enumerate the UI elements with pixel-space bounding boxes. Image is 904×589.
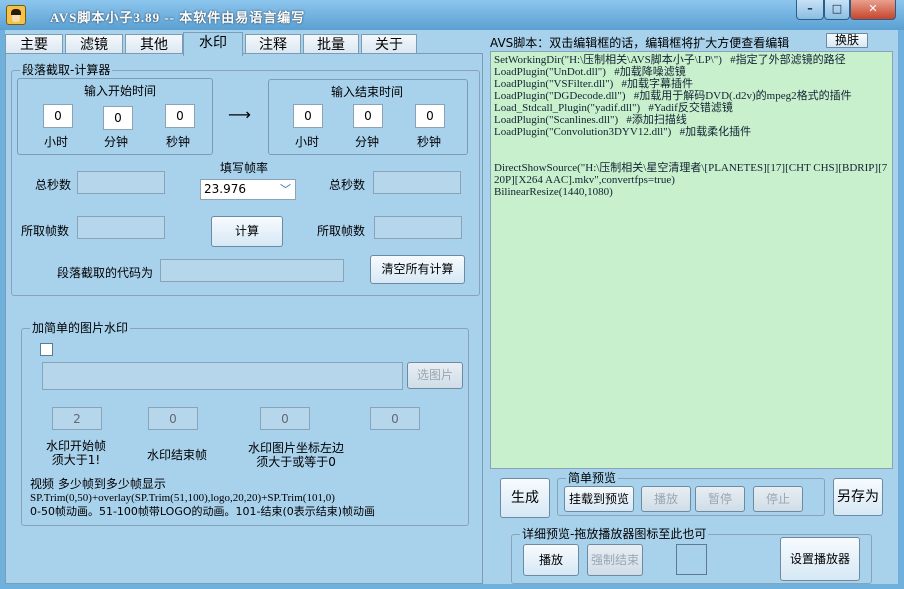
segment-code-field[interactable] [160,259,344,282]
choose-image-button[interactable]: 选图片 [407,362,463,389]
end-total-seconds-label: 总秒数 [329,178,366,192]
watermark-end-frame-label: 水印结束帧 [147,448,208,462]
start-total-seconds-field [77,171,165,194]
segment-calc-group: 段落截取-计算器 输入开始时间 0 0 0 小时 分钟 秒钟 ⟶ 输入结束时间 … [11,63,480,296]
start-seconds-label: 秒钟 [166,135,191,149]
frame-rate-select[interactable]: 23.976 ﹀ [200,179,296,200]
watermark-x-field[interactable]: 0 [260,407,310,430]
start-minutes-input[interactable]: 0 [103,106,133,130]
tab-other[interactable]: 其他 [125,34,183,55]
frame-rate-value: 23.976 [204,182,246,196]
start-seconds-input[interactable]: 0 [165,104,195,128]
script-line [494,150,889,162]
arrow-icon: ⟶ [228,105,251,124]
tab-watermark[interactable]: 水印 [183,32,243,56]
start-frame-count-field [77,216,165,239]
end-total-seconds-field [373,171,461,194]
minimize-button[interactable]: – [796,0,824,20]
end-time-box: 输入结束时间 0 0 0 小时 分钟 秒钟 [268,79,468,155]
maximize-button[interactable]: □ [824,0,850,20]
script-line: LoadPlugin("UnDot.dll") #加载降噪滤镜 [494,66,686,78]
start-frame-count-label: 所取帧数 [21,224,70,238]
simple-preview-label: 简单预览 [566,471,619,485]
end-time-title: 输入结束时间 [331,85,404,99]
script-line [494,138,889,150]
watermark-start-frame-label: 水印开始帧 须大于1! [46,439,107,467]
script-line: LoadPlugin("Convolution3DYV12.dll") #加载柔… [494,126,752,138]
tab-filters[interactable]: 滤镜 [65,34,123,55]
app-icon [6,5,26,25]
watermark-end-frame-field[interactable]: 0 [148,407,198,430]
set-player-button[interactable]: 设置播放器 [780,537,860,581]
detail-play-button[interactable]: 播放 [523,544,579,576]
watermark-note-line2: SP.Trim(0,50)+overlay(SP.Trim(51,100),lo… [30,492,335,504]
script-header-label: AVS脚本：双击编辑框的话，编辑框将扩大方便查看编辑 [490,36,790,50]
tab-batch[interactable]: 批量 [303,34,359,55]
mount-preview-button[interactable]: 挂载到预览 [564,486,634,512]
tab-notes[interactable]: 注释 [245,34,301,55]
script-line: Load_Stdcall_Plugin("yadif.dll") #Yadif反… [494,102,733,114]
script-line: SetWorkingDir("H:\压制相关\AVS脚本小子\LP\") #指定… [494,54,846,66]
watermark-start-frame-field[interactable]: 2 [52,407,102,430]
image-watermark-group: 加简单的图片水印 选图片 2 0 0 0 水印开始帧 须大于1! 水印结束帧 水… [21,321,469,526]
end-seconds-label: 秒钟 [417,135,442,149]
detail-preview-group: 详细预览-拖放播放器图标至此也可 播放 强制结束 设置播放器 [511,527,872,584]
script-line: BilinearResize(1440,1080) [494,186,613,198]
force-end-button[interactable]: 强制结束 [587,544,643,576]
stop-button[interactable]: 停止 [753,486,803,512]
pause-button[interactable]: 暂停 [695,486,745,512]
segment-code-label: 段落截取的代码为 [57,266,154,280]
start-minutes-label: 分钟 [104,135,129,149]
calculate-button[interactable]: 计算 [211,216,283,247]
start-hours-input[interactable]: 0 [43,104,73,128]
watermark-note-line3: 0-50帧动画。51-100帧带LOGO的动画。101-结束(0表示结束)帧动画 [30,505,376,518]
simple-preview-group: 简单预览 挂载到预览 播放 暂停 停止 [557,471,825,516]
watermark-note-line1: 视频 多少帧到多少帧显示 [30,477,166,491]
image-watermark-label: 加简单的图片水印 [30,321,131,335]
save-as-button[interactable]: 另存为 [833,478,883,516]
watermark-enable-checkbox[interactable] [40,343,53,356]
change-skin-button[interactable]: 换肤 [826,33,868,48]
watermark-tab-panel: 段落截取-计算器 输入开始时间 0 0 0 小时 分钟 秒钟 ⟶ 输入结束时间 … [5,53,483,584]
end-hours-label: 小时 [295,135,320,149]
end-hours-input[interactable]: 0 [293,104,323,128]
detail-preview-label: 详细预览-拖放播放器图标至此也可 [520,527,709,541]
watermark-y-field[interactable]: 0 [370,407,420,430]
script-line: LoadPlugin("Scanlines.dll") #添加扫描线 [494,114,687,126]
generate-button[interactable]: 生成 [500,478,550,518]
watermark-image-path-field[interactable] [42,362,403,390]
end-minutes-input[interactable]: 0 [353,104,383,128]
start-time-title: 输入开始时间 [84,84,157,98]
player-drop-target[interactable] [676,544,707,575]
tab-about[interactable]: 关于 [361,34,417,55]
script-line: LoadPlugin("DGDecode.dll") #加载用于解码DVD(.d… [494,90,852,102]
avs-script-editor[interactable]: SetWorkingDir("H:\压制相关\AVS脚本小子\LP\") #指定… [490,51,893,469]
watermark-coord-label: 水印图片坐标左边 须大于或等于0 [248,441,345,469]
script-line: DirectShowSource("H:\压制相关\星空清理者\[PLANETE… [494,162,888,186]
tab-main[interactable]: 主要 [5,34,63,55]
end-minutes-label: 分钟 [355,135,380,149]
title-bar[interactable]: AVS脚本小子3.89 -- 本软件由易语言编写 – □ ✕ [0,0,904,30]
start-time-box: 输入开始时间 0 0 0 小时 分钟 秒钟 [17,78,213,155]
window-title: AVS脚本小子3.89 -- 本软件由易语言编写 [50,10,306,25]
segment-calc-label: 段落截取-计算器 [20,63,113,77]
frame-rate-label: 填写帧率 [220,161,269,175]
end-seconds-input[interactable]: 0 [415,104,445,128]
clear-all-button[interactable]: 清空所有计算 [370,255,465,284]
start-total-seconds-label: 总秒数 [35,178,72,192]
end-frame-count-field [374,216,462,239]
start-hours-label: 小时 [44,135,69,149]
script-line: LoadPlugin("VSFilter.dll") #加载字幕插件 [494,78,694,90]
close-button[interactable]: ✕ [850,0,896,20]
play-button[interactable]: 播放 [641,486,691,512]
chevron-down-icon: ﹀ [280,183,291,196]
end-frame-count-label: 所取帧数 [317,224,366,238]
